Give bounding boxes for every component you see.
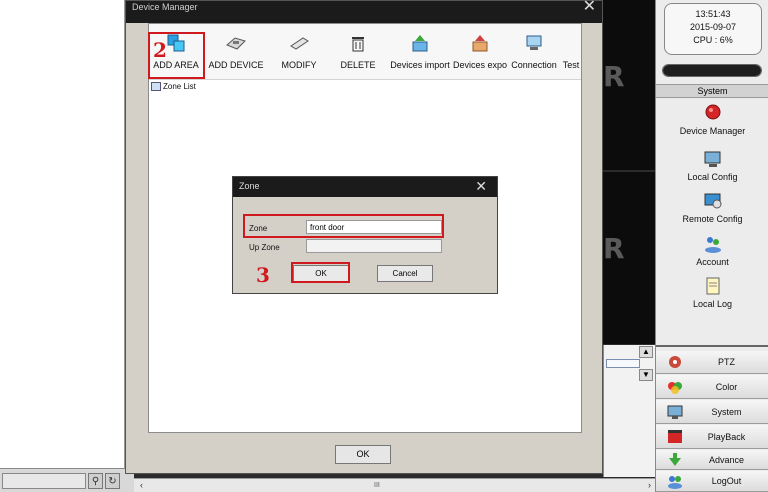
export-icon: [472, 35, 488, 52]
test-icon: [560, 32, 582, 54]
account-icon: [704, 237, 721, 253]
trash-icon: [352, 37, 364, 52]
delete-button[interactable]: DELETE: [332, 32, 384, 78]
nav-label: System: [711, 406, 742, 417]
annotation-step-3: 3: [256, 263, 270, 287]
annotation-step-2: 2: [153, 38, 167, 62]
scroll-down-icon[interactable]: ▼: [639, 369, 653, 381]
nav-system[interactable]: System: [656, 400, 768, 424]
device-manager-label: Device Manager: [679, 126, 746, 136]
modify-button[interactable]: MODIFY: [274, 32, 324, 78]
right-control-panel: 13:51:43 2015-09-07 CPU : 6% System Devi…: [655, 0, 768, 492]
playback-icon: [668, 429, 682, 443]
up-zone-label: Up Zone: [249, 243, 280, 252]
test-button[interactable]: Test: [559, 32, 583, 78]
connection-button[interactable]: Connection: [508, 32, 560, 78]
local-config-label: Local Config: [687, 172, 738, 182]
zone-cancel-button[interactable]: Cancel: [377, 265, 433, 282]
left-bottom-bar: ⚲ ↻: [0, 468, 134, 492]
up-zone-input[interactable]: [306, 239, 442, 253]
close-icon[interactable]: ✕: [583, 0, 596, 15]
clock-date: 2015-09-07: [689, 22, 737, 32]
tree-root-label: Zone List: [163, 82, 196, 91]
nav-advance[interactable]: Advance: [656, 450, 768, 470]
status-progress-bar: [662, 64, 762, 77]
connection-icon: [526, 35, 542, 50]
devices-export-button[interactable]: Devices expor: [453, 32, 507, 78]
scroll-up-icon[interactable]: ▲: [639, 346, 653, 358]
scroll-thumb[interactable]: III: [374, 482, 380, 489]
system-icon: [667, 405, 683, 419]
horizontal-scrollbar[interactable]: ‹ III ›: [134, 478, 655, 492]
refresh-icon[interactable]: ↻: [105, 473, 120, 489]
local-log-icon: [706, 277, 719, 295]
left-search-field[interactable]: [2, 473, 86, 489]
toolbar-label: Devices import: [390, 60, 450, 70]
modify-icon: [290, 37, 309, 50]
dialog-title: Device Manager: [126, 1, 602, 23]
toolbar: ADD AREA ADD DEVICE MODIFY DELETE Device…: [149, 24, 581, 80]
channel-slider[interactable]: [606, 359, 640, 368]
nav-label: Advance: [708, 454, 745, 465]
nav-logout[interactable]: LogOut: [656, 471, 768, 492]
close-icon[interactable]: ✕: [475, 179, 487, 193]
local-log-label: Local Log: [692, 299, 733, 309]
scroll-left-icon[interactable]: ‹: [140, 480, 143, 490]
device-list-panel: [0, 0, 125, 468]
device-manager-item[interactable]: Device Manager: [656, 103, 768, 143]
advance-icon: [669, 452, 681, 466]
nav-label: PTZ: [718, 357, 735, 367]
scroll-right-icon[interactable]: ›: [648, 480, 651, 490]
cpu-usage: CPU : 6%: [693, 35, 733, 45]
ok-button[interactable]: OK: [335, 445, 391, 464]
channel-scroll-area: ▲ ▼: [603, 345, 655, 477]
toolbar-label: DELETE: [340, 60, 376, 70]
device-manager-icon: [705, 104, 720, 120]
add-device-button[interactable]: ADD DEVICE: [203, 32, 269, 78]
toolbar-label: ADD DEVICE: [208, 60, 264, 70]
nav-playback[interactable]: PlayBack: [656, 425, 768, 449]
nav-label: Color: [715, 381, 738, 392]
clock-time: 13:51:43: [695, 9, 731, 19]
video-cell-bottom[interactable]: R: [603, 172, 655, 344]
annotation-box-ok: [291, 262, 350, 283]
ptz-icon: [669, 356, 681, 368]
status-clock: 13:51:43 2015-09-07 CPU : 6%: [664, 3, 762, 55]
local-config-item[interactable]: Local Config: [656, 149, 768, 189]
toolbar-label: Devices expor: [453, 60, 507, 70]
devices-import-button[interactable]: Devices import: [389, 32, 451, 78]
progress-fill: [663, 65, 761, 76]
nav-label: PlayBack: [707, 431, 746, 442]
import-icon: [412, 35, 428, 52]
annotation-box-zone-input: [243, 214, 444, 238]
color-icon: [668, 381, 682, 394]
remote-config-label: Remote Config: [682, 214, 743, 224]
nav-color[interactable]: Color: [656, 375, 768, 399]
tree-folder-icon: [151, 82, 161, 91]
toolbar-label: Connection: [511, 60, 557, 70]
account-label: Account: [696, 257, 729, 267]
account-item[interactable]: Account: [656, 234, 768, 274]
zone-list-tree-root[interactable]: Zone List: [151, 82, 196, 91]
add-device-icon: [226, 37, 246, 50]
local-config-icon: [704, 151, 720, 167]
nav-ptz[interactable]: PTZ: [656, 351, 768, 374]
system-section-header: System: [656, 84, 768, 98]
local-log-item[interactable]: Local Log: [656, 276, 768, 316]
logout-icon: [668, 476, 682, 489]
remote-config-item[interactable]: Remote Config: [656, 191, 768, 231]
search-icon[interactable]: ⚲: [88, 473, 103, 489]
video-cell-top[interactable]: R: [603, 0, 655, 170]
toolbar-label: MODIFY: [281, 60, 317, 70]
remote-config-icon: [704, 193, 721, 209]
panel-divider: [656, 345, 768, 347]
toolbar-label: Test: [562, 60, 580, 70]
zone-dialog-title: Zone: [233, 177, 497, 197]
nav-label: LogOut: [711, 476, 742, 486]
